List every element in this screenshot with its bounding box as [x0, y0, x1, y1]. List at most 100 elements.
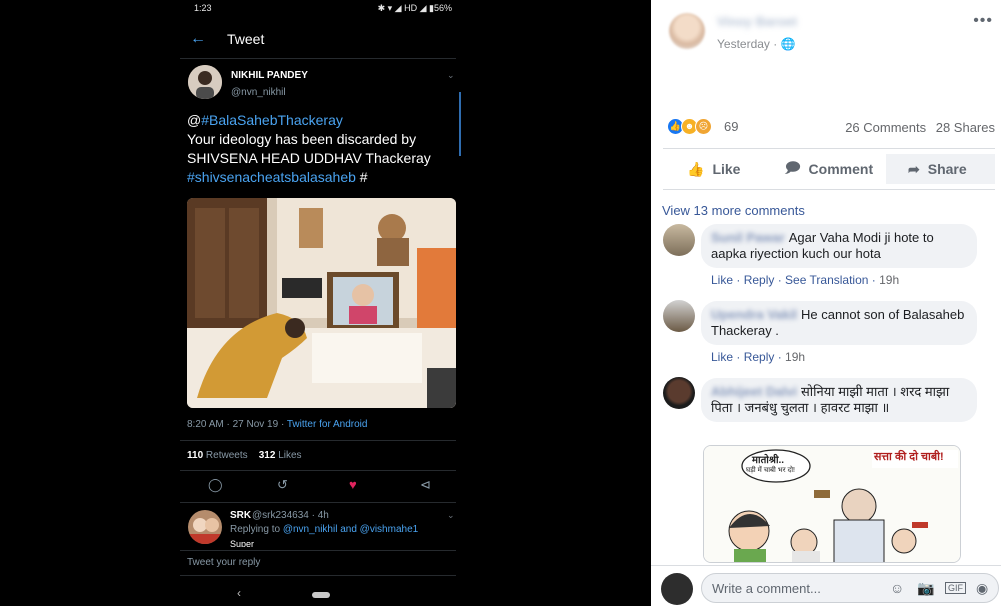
shares-count[interactable]: 28 Shares: [936, 120, 995, 135]
likes-label[interactable]: Likes: [278, 450, 301, 461]
comments-count[interactable]: 26 Comments: [845, 120, 926, 135]
tweet-stats: 110 Retweets 312 Likes: [187, 450, 302, 461]
commenter-avatar[interactable]: [663, 224, 695, 256]
replying-to: Replying to @nvn_nikhil and @vishmahe1: [230, 524, 418, 535]
view-more-comments[interactable]: View 13 more comments: [662, 203, 805, 218]
sticker-icon[interactable]: ◉: [976, 580, 988, 597]
reply-avatar-image: [188, 510, 222, 544]
comment-button[interactable]: 🗩 Comment: [785, 154, 885, 184]
tweet-text: @#BalaSahebThackeray Your ideology has b…: [187, 111, 457, 187]
divider: [663, 189, 995, 190]
android-nav-bar: ‹: [172, 584, 464, 606]
tweet-timestamp: 8:20 AM · 27 Nov 19 · Twitter for Androi…: [187, 419, 367, 430]
my-avatar[interactable]: [661, 573, 693, 605]
heart-icon[interactable]: ♥: [349, 477, 357, 492]
replying-to-users[interactable]: @nvn_nikhil and @vishmahe1: [283, 524, 418, 535]
share-icon[interactable]: ⊲: [420, 477, 431, 493]
comment-bubble: Abhijeet Dalvi सोनिया माझी माता । शरद माझ…: [701, 378, 977, 422]
comment-bubble: Sunil Pawar Agar Vaha Modi ji hote to aap…: [701, 224, 977, 268]
tweet-body: Your ideology has been discarded by SHIV…: [187, 131, 431, 166]
post-counts: 26 Comments 28 Shares: [839, 120, 995, 135]
comment-reply-link[interactable]: Reply: [744, 350, 775, 364]
status-bar: 1:23 ✱ ▾ ◢ HD ◢ ▮56%: [194, 3, 452, 15]
tweet-photo-image: [187, 198, 456, 408]
hashtag-balasaheb[interactable]: #BalaSahebThackeray: [201, 112, 343, 128]
divider: [180, 470, 456, 471]
author-avatar[interactable]: [188, 65, 222, 99]
reply-icon[interactable]: ◯: [208, 477, 223, 493]
chevron-down-icon[interactable]: ⌄: [447, 510, 455, 521]
divider: [663, 148, 995, 149]
comment-like-link[interactable]: Like: [711, 350, 733, 364]
reply-author-name[interactable]: SRK: [230, 510, 251, 521]
tweet-photo[interactable]: [187, 198, 456, 408]
twitter-app: 1:23 ✱ ▾ ◢ HD ◢ ▮56% ← Tweet NIKHIL PAND…: [172, 0, 464, 606]
poster-avatar[interactable]: [669, 13, 705, 49]
page-title: Tweet: [227, 31, 265, 47]
emoji-icon[interactable]: ☺: [890, 580, 904, 596]
retweet-count[interactable]: 110: [187, 450, 203, 461]
tweet-actions: ◯ ↺ ♥ ⊲: [172, 477, 464, 497]
cartoon-bubble-left-small: घड़ी में चाबी भर दो!: [746, 467, 795, 474]
gif-icon[interactable]: GIF: [945, 582, 966, 594]
comment-input-placeholder: Write a comment...: [712, 581, 821, 596]
reply-author-handle[interactable]: @srk234634 · 4h: [252, 510, 329, 521]
tweet-at: @: [187, 112, 202, 128]
tweet-time: 8:20 AM · 27 Nov 19 ·: [187, 419, 287, 430]
author-name[interactable]: NIKHIL PANDEY: [231, 70, 308, 81]
see-translation-link[interactable]: See Translation: [785, 273, 868, 287]
comment-actions: Like · Reply · See Translation · 19h: [711, 273, 900, 287]
tweet-header: ← Tweet: [172, 28, 464, 52]
author-avatar-image: [188, 65, 222, 99]
comment-time[interactable]: 19h: [785, 350, 805, 364]
back-arrow-icon[interactable]: ←: [190, 30, 206, 48]
share-button[interactable]: ➦ Share: [886, 154, 995, 184]
comment-like-link[interactable]: Like: [711, 273, 733, 287]
comment-icon: 🗩: [785, 159, 801, 175]
globe-icon: 🌐: [780, 37, 796, 51]
poster-name[interactable]: Vinoy Baroet: [717, 14, 797, 29]
retweets-label[interactable]: Retweets: [206, 450, 248, 461]
post-time-text[interactable]: Yesterday ·: [717, 37, 781, 51]
reply-avatar[interactable]: [188, 510, 222, 544]
status-time: 1:23: [194, 3, 212, 13]
divider: [180, 502, 456, 503]
comment-reply-link[interactable]: Reply: [744, 273, 775, 287]
share-arrow-icon: ➦: [908, 160, 920, 177]
reply-input[interactable]: Tweet your reply: [187, 557, 260, 568]
author-handle[interactable]: @nvn_nikhil: [231, 87, 286, 98]
divider: [180, 440, 456, 441]
hashtag-shivsena[interactable]: #shivsenacheatsbalasaheb: [187, 169, 356, 185]
divider: [180, 58, 456, 59]
comment-composer: Write a comment... ☺ 📷 GIF ◉: [651, 565, 1001, 606]
comment-cartoon-image[interactable]: मातोश्री.. घड़ी में चाबी भर दो! सत्ता की…: [703, 445, 961, 563]
sad-reaction-icon: ☹: [695, 118, 712, 135]
comment-bubble: Upendra Vakil He cannot son of Balasaheb …: [701, 301, 977, 345]
comment-time[interactable]: 19h: [879, 273, 899, 287]
commenter-avatar[interactable]: [663, 377, 695, 409]
comment-author[interactable]: Abhijeet Dalvi: [711, 384, 797, 399]
comment-author[interactable]: Upendra Vakil: [711, 307, 797, 322]
tweet-client-link[interactable]: Twitter for Android: [287, 419, 368, 430]
more-options-icon[interactable]: •••: [973, 12, 993, 30]
cartoon-bubble-left: मातोश्री..: [752, 455, 785, 466]
share-button-label: Share: [927, 161, 967, 177]
divider: [180, 575, 456, 576]
reply-text: Super: [230, 539, 255, 547]
tweet-tail: #: [355, 169, 368, 185]
like-count[interactable]: 312: [259, 450, 276, 461]
camera-icon[interactable]: 📷: [917, 580, 934, 597]
scroll-indicator: [459, 92, 461, 156]
commenter-avatar[interactable]: [663, 300, 695, 332]
comment-input[interactable]: Write a comment... ☺ 📷 GIF ◉: [701, 573, 999, 603]
reaction-count[interactable]: 69: [724, 119, 738, 134]
like-button[interactable]: 👍 Like: [687, 154, 767, 184]
chevron-down-icon[interactable]: ⌄: [447, 70, 455, 81]
comment-actions: Like · Reply · 19h: [711, 350, 806, 364]
nav-home-pill[interactable]: [312, 592, 330, 598]
comment-author[interactable]: Sunil Pawar: [711, 230, 785, 245]
retweet-icon[interactable]: ↺: [277, 477, 288, 493]
nav-back-icon[interactable]: ‹: [237, 586, 241, 600]
status-icons: ✱ ▾ ◢ HD ◢ ▮56%: [377, 3, 452, 13]
divider: [180, 550, 456, 551]
